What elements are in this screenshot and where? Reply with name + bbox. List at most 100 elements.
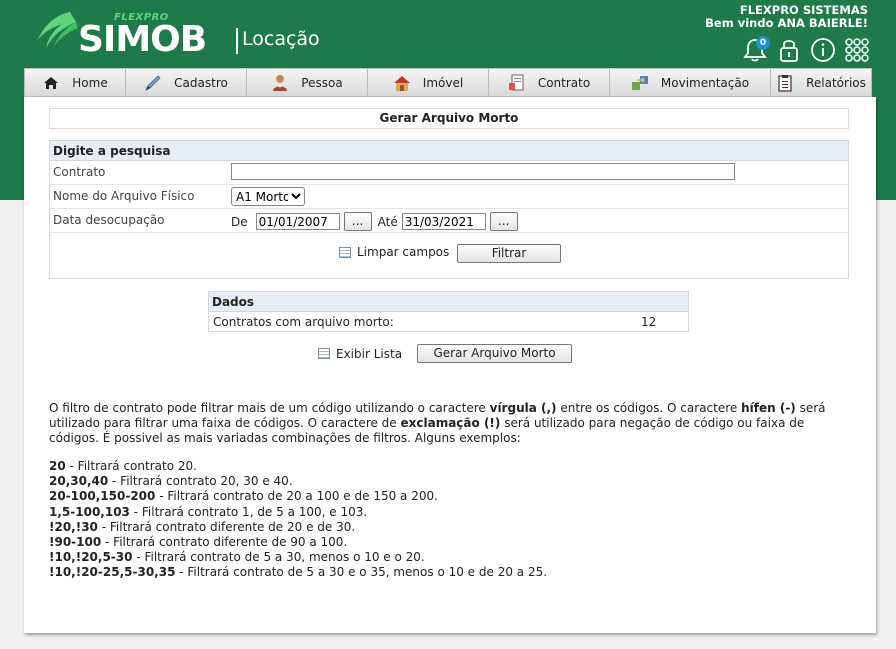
example-code: !10,!20,5-30	[49, 550, 133, 565]
page-title: Gerar Arquivo Morto	[49, 108, 849, 129]
menu-contrato-label: Contrato	[537, 75, 591, 90]
menu-pessoa-label: Pessoa	[301, 75, 343, 90]
logo-locacao-text: Locação	[242, 28, 320, 50]
menu-imovel-label: Imóvel	[422, 75, 464, 90]
list-icon	[318, 348, 330, 359]
generate-archive-button[interactable]: Gerar Arquivo Morto	[417, 344, 573, 363]
ate-label: Até	[377, 214, 398, 229]
arquivo-select[interactable]: A1 Morto	[231, 187, 305, 206]
welcome-text: Bem vindo ANA BAIERLE!	[705, 16, 868, 30]
show-list-link[interactable]: Exibir Lista	[318, 347, 402, 361]
example-text: - Filtrará contrato 20, 30 e 40.	[108, 474, 293, 489]
example-code: 20-100,150-200	[49, 489, 156, 504]
example-text: - Filtrará contrato 20.	[65, 459, 197, 473]
contrato-row: Contrato	[50, 161, 848, 185]
date-from-picker-button[interactable]: ...	[343, 212, 372, 231]
arquivo-row: Nome do Arquivo Físico A1 Morto	[50, 185, 848, 209]
menu-cadastro[interactable]: Cadastro	[126, 69, 247, 96]
data-row: Data desocupação De ... Até ...	[50, 209, 848, 233]
example-code: !90-100	[49, 535, 102, 550]
example-item: !90-100 - Filtrará contrato diferente de…	[49, 535, 547, 550]
person-icon	[273, 74, 288, 91]
arquivo-field-wrap: A1 Morto	[231, 187, 305, 206]
example-text: - Filtrará contrato diferente de 90 a 10…	[101, 535, 348, 550]
data-label: Data desocupação	[53, 213, 165, 227]
help-text: O filtro de contrato pode filtrar mais d…	[49, 401, 857, 447]
contrato-field-wrap	[231, 163, 735, 180]
logo-separator	[236, 28, 238, 54]
menu-cadastro-label: Cadastro	[174, 75, 228, 90]
home-icon	[44, 76, 59, 89]
de-label: De	[231, 214, 248, 229]
lock-icon[interactable]	[776, 37, 802, 63]
header: FLEXPRO SIMOB Locação FLEXPRO SISTEMAS B…	[0, 0, 896, 68]
user-info: FLEXPRO SISTEMAS Bem vindo ANA BAIERLE!	[705, 4, 868, 30]
contract-icon	[508, 74, 524, 90]
dados-box: Dados Contratos com arquivo morto: 12	[208, 291, 689, 332]
dados-actions: Exibir Lista Gerar Arquivo Morto	[318, 344, 573, 363]
example-item: !10,!20-25,5-30,35 - Filtrará contrato d…	[49, 565, 547, 580]
example-item: 20,30,40 - Filtrará contrato 20, 30 e 40…	[49, 474, 547, 489]
date-from-input[interactable]	[255, 213, 340, 230]
menu-movimentacao-label: Movimentação	[660, 75, 750, 90]
dados-row-value: 12	[641, 315, 657, 329]
apps-grid-icon[interactable]	[844, 37, 870, 63]
info-icon[interactable]	[810, 37, 836, 63]
date-to-input[interactable]	[401, 213, 486, 230]
date-range: De ... Até ...	[231, 212, 518, 231]
notification-badge: 0	[756, 36, 770, 50]
menu-imovel[interactable]: Imóvel	[368, 69, 489, 96]
example-item: !20,!30 - Filtrará contrato diferente de…	[49, 520, 547, 535]
bell-icon[interactable]: 0	[742, 36, 770, 63]
example-text: - Filtrará contrato de 5 a 30 e o 35, me…	[175, 565, 548, 580]
logo-mark-icon	[38, 12, 78, 48]
show-list-label: Exibir Lista	[336, 346, 403, 361]
search-actions: Limpar campos Filtrar	[50, 233, 848, 277]
menu-home-label: Home	[72, 75, 108, 90]
example-text: - Filtrará contrato de 20 a 100 e de 150…	[155, 489, 438, 504]
example-item: 1,5-100,103 - Filtrará contrato 1, de 5 …	[49, 505, 547, 520]
arquivo-label: Nome do Arquivo Físico	[53, 189, 195, 203]
search-heading: Digite a pesquisa	[50, 141, 848, 161]
header-icons: 0	[742, 36, 870, 63]
example-text: - Filtrará contrato de 5 a 30, menos o 1…	[132, 550, 425, 565]
help-p2: entre os códigos. O caractere	[556, 401, 742, 415]
pen-icon	[145, 74, 161, 91]
house-icon	[393, 75, 410, 91]
search-form: Digite a pesquisa Contrato Nome do Arqui…	[49, 140, 849, 279]
content-panel: Gerar Arquivo Morto Digite a pesquisa Co…	[24, 97, 876, 633]
example-code: !20,!30	[49, 519, 98, 534]
menu-relatorios[interactable]: Relatórios	[771, 69, 871, 96]
help-p1: O filtro de contrato pode filtrar mais d…	[49, 401, 490, 415]
list-icon	[339, 246, 351, 258]
help-b2: hífen (-)	[741, 401, 796, 415]
help-b3: exclamação (!)	[400, 416, 501, 431]
clipboard-icon	[778, 74, 792, 92]
transfer-icon	[631, 75, 648, 90]
menu-contrato[interactable]: Contrato	[489, 69, 610, 96]
example-item: 20 - Filtrará contrato 20.	[49, 459, 547, 474]
logo-simob-text: SIMOB	[78, 19, 207, 60]
date-to-picker-button[interactable]: ...	[489, 212, 518, 231]
example-code: 1,5-100,103	[49, 504, 130, 519]
example-text: - Filtrará contrato diferente de 20 e de…	[97, 519, 356, 534]
help-b1: vírgula (,)	[489, 401, 557, 415]
example-code: !10,!20-25,5-30,35	[49, 565, 176, 580]
dados-row-label: Contratos com arquivo morto:	[213, 315, 394, 329]
contrato-label: Contrato	[53, 165, 106, 179]
menu-relatorios-label: Relatórios	[806, 75, 866, 90]
menu-pessoa[interactable]: Pessoa	[247, 69, 368, 96]
example-item: 20-100,150-200 - Filtrará contrato de 20…	[49, 489, 547, 504]
clear-fields-link[interactable]: Limpar campos	[339, 245, 449, 259]
example-item: !10,!20,5-30 - Filtrará contrato de 5 a …	[49, 550, 547, 565]
menu-movimentacao[interactable]: Movimentação	[610, 69, 771, 96]
contrato-input[interactable]	[231, 163, 735, 180]
filter-button[interactable]: Filtrar	[457, 244, 561, 263]
examples-list: 20 - Filtrará contrato 20. 20,30,40 - Fi…	[49, 459, 547, 581]
simob-logo[interactable]: FLEXPRO SIMOB Locação	[32, 8, 332, 60]
dados-row: Contratos com arquivo morto: 12	[209, 312, 688, 332]
example-text: - Filtrará contrato 1, de 5 a 100, e 103…	[129, 504, 368, 519]
clear-fields-label: Limpar campos	[357, 245, 450, 259]
main-menu: Home Cadastro Pessoa Imóvel Contrato Mov…	[24, 68, 872, 97]
menu-home[interactable]: Home	[25, 69, 126, 96]
